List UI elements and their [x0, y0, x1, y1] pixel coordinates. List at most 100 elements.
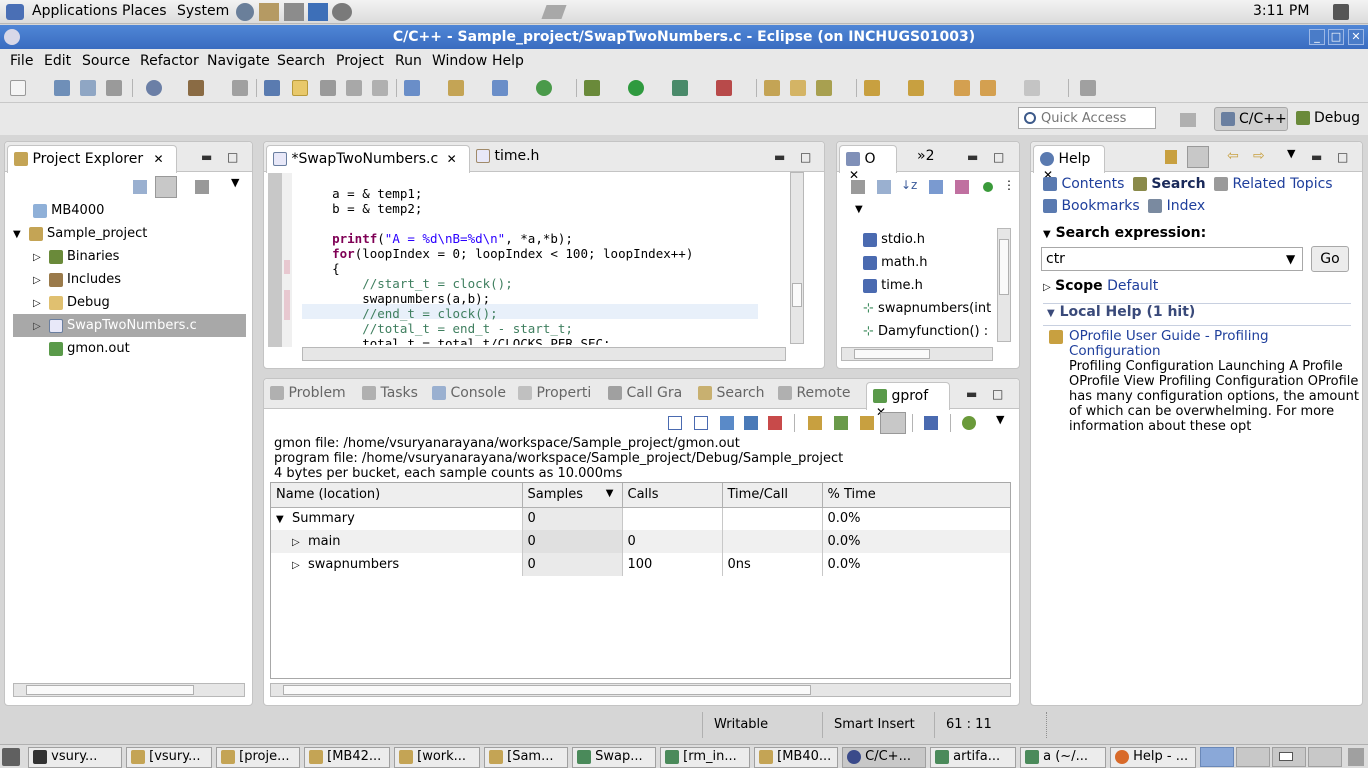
- view-menu-filters-icon[interactable]: [195, 180, 209, 194]
- column-header-name[interactable]: Name (location): [271, 483, 523, 508]
- save-icon[interactable]: [54, 80, 70, 96]
- scrollbar-thumb[interactable]: [999, 239, 1009, 295]
- sort-icon[interactable]: ↓z: [901, 178, 917, 192]
- outline-item-stdio[interactable]: stdio.h: [841, 228, 997, 251]
- workspace-3[interactable]: [1272, 747, 1306, 767]
- column-header-samples[interactable]: Samples ▼: [522, 483, 623, 508]
- show-in-toc-icon[interactable]: [1165, 150, 1177, 164]
- minimize-view-button[interactable]: ▬: [966, 387, 977, 401]
- open-perspective-icon[interactable]: [1080, 80, 1096, 96]
- collapsed-arrow-icon[interactable]: ▷: [33, 275, 41, 286]
- window-title-bar[interactable]: C/C++ - Sample_project/SwapTwoNumbers.c …: [0, 25, 1368, 49]
- close-window-button[interactable]: ✕: [1348, 29, 1364, 45]
- task-swap-editor[interactable]: Swap...: [572, 747, 656, 768]
- quick-access-input[interactable]: [1041, 110, 1151, 126]
- workspace-2[interactable]: [1236, 747, 1270, 767]
- code-area[interactable]: a = & temp1; b = & temp2; printf("A = %d…: [302, 171, 758, 345]
- collapsed-arrow-icon[interactable]: ▷: [292, 537, 300, 548]
- sort-by-line-icon[interactable]: [860, 416, 874, 430]
- run-icon[interactable]: [628, 80, 644, 96]
- search-expression-combo[interactable]: ctr ▼: [1041, 247, 1303, 271]
- block-selection-icon[interactable]: [346, 80, 362, 96]
- go-button[interactable]: Go: [1311, 246, 1349, 272]
- more-icon[interactable]: ⋮: [1003, 178, 1015, 192]
- task-rm-in-editor[interactable]: [rm_in...: [660, 747, 750, 768]
- task-vsury-terminal[interactable]: vsury...: [28, 747, 122, 768]
- applications-menu[interactable]: Applications: [32, 3, 118, 19]
- task-sample-folder[interactable]: [Sam...: [484, 747, 568, 768]
- help-bookmarks-link[interactable]: Bookmarks: [1061, 198, 1139, 214]
- new-folder-icon[interactable]: [448, 80, 464, 96]
- editor-launcher-icon[interactable]: [284, 3, 304, 21]
- horizontal-scrollbar[interactable]: [13, 683, 245, 697]
- prev-annotation-icon[interactable]: [908, 80, 924, 96]
- menu-refactor[interactable]: Refactor: [140, 53, 199, 69]
- collapse-arrow-icon[interactable]: ▼: [1043, 229, 1051, 240]
- switch-sample-icon[interactable]: [924, 416, 938, 430]
- task-project-folder[interactable]: [proje...: [216, 747, 300, 768]
- task-mb42-folder[interactable]: [MB42...: [304, 747, 390, 768]
- workspace-1[interactable]: [1200, 747, 1234, 767]
- places-menu[interactable]: Places: [122, 3, 167, 19]
- expand-all-icon[interactable]: [668, 416, 682, 430]
- local-help-heading[interactable]: ▼ Local Help (1 hit): [1047, 304, 1195, 320]
- maximize-view-button[interactable]: □: [227, 150, 238, 164]
- search-function-icon[interactable]: [720, 416, 734, 430]
- save-all-icon[interactable]: [80, 80, 96, 96]
- scope-row[interactable]: ▷ Scope Default: [1043, 278, 1158, 294]
- help-contents-link[interactable]: Contents: [1061, 176, 1124, 192]
- collapsed-arrow-icon[interactable]: ▷: [292, 560, 300, 571]
- outline-item-swapnumbers[interactable]: ⊹ swapnumbers(int: [841, 297, 997, 320]
- view-menu-icon[interactable]: ▼: [1287, 147, 1295, 160]
- binary-icon[interactable]: [232, 80, 248, 96]
- build-config-icon[interactable]: [146, 80, 162, 96]
- minimize-view-button[interactable]: ▬: [967, 150, 978, 164]
- close-icon[interactable]: ✕: [447, 152, 457, 166]
- tab-project-explorer[interactable]: Project Explorer ✕: [7, 145, 177, 173]
- task-mb40-folder[interactable]: [MB40...: [754, 747, 838, 768]
- hide-nonpublic-icon[interactable]: [983, 182, 993, 192]
- collapse-all-icon[interactable]: [133, 180, 147, 194]
- menu-window[interactable]: Window: [432, 53, 487, 69]
- view-menu-icon[interactable]: ▼: [996, 413, 1004, 426]
- scrollbar-thumb[interactable]: [854, 349, 930, 359]
- menu-search[interactable]: Search: [277, 53, 325, 69]
- scrollbar-thumb[interactable]: [792, 283, 802, 307]
- export-icon[interactable]: [744, 416, 758, 430]
- minimize-view-button[interactable]: ▬: [201, 150, 212, 164]
- open-perspective-button[interactable]: [1180, 113, 1196, 127]
- workspace-4[interactable]: [1308, 747, 1342, 767]
- open-element-icon[interactable]: [790, 80, 806, 96]
- toolbar-icon[interactable]: [851, 180, 865, 194]
- task-eclipse[interactable]: C/C+...: [842, 747, 926, 768]
- tab-gprof[interactable]: gprof ✕: [866, 382, 950, 419]
- search-expression-heading[interactable]: ▼ Search expression:: [1043, 225, 1206, 241]
- menu-help[interactable]: Help: [492, 53, 524, 69]
- tab-overflow[interactable]: »2: [917, 148, 934, 164]
- refresh-icon[interactable]: [536, 80, 552, 96]
- task-vsury-folder[interactable]: [vsury...: [126, 747, 212, 768]
- tab-remote[interactable]: Remote: [778, 385, 850, 401]
- chevron-down-icon[interactable]: ▼: [1286, 252, 1295, 266]
- tab-time-h[interactable]: time.h: [476, 148, 539, 164]
- build-hammer-icon[interactable]: [188, 80, 204, 96]
- new-project-icon[interactable]: [404, 80, 420, 96]
- menu-file[interactable]: File: [10, 53, 33, 69]
- minimize-view-button[interactable]: ▬: [1311, 150, 1322, 164]
- export-csv-icon[interactable]: [768, 416, 782, 430]
- tree-item-binaries[interactable]: ▷ Binaries: [13, 245, 249, 268]
- run-config-icon[interactable]: [672, 80, 688, 96]
- column-header-time-call[interactable]: Time/Call: [722, 483, 823, 508]
- open-type-icon[interactable]: [764, 80, 780, 96]
- table-row[interactable]: ▼ Summary 0 0.0%: [271, 507, 1010, 530]
- tab-problems[interactable]: Problem: [270, 385, 346, 401]
- vertical-scrollbar[interactable]: [997, 228, 1011, 342]
- files-launcher-icon[interactable]: [259, 3, 279, 21]
- tab-swaptwonumbers[interactable]: *SwapTwoNumbers.c ✕: [266, 145, 470, 173]
- chart-icon[interactable]: [962, 416, 976, 430]
- last-edit-icon[interactable]: [954, 80, 970, 96]
- collapse-all-icon[interactable]: [877, 180, 891, 194]
- help-index-link[interactable]: Index: [1167, 198, 1206, 214]
- power-icon[interactable]: [1333, 4, 1349, 20]
- show-whitespace-icon[interactable]: [372, 80, 388, 96]
